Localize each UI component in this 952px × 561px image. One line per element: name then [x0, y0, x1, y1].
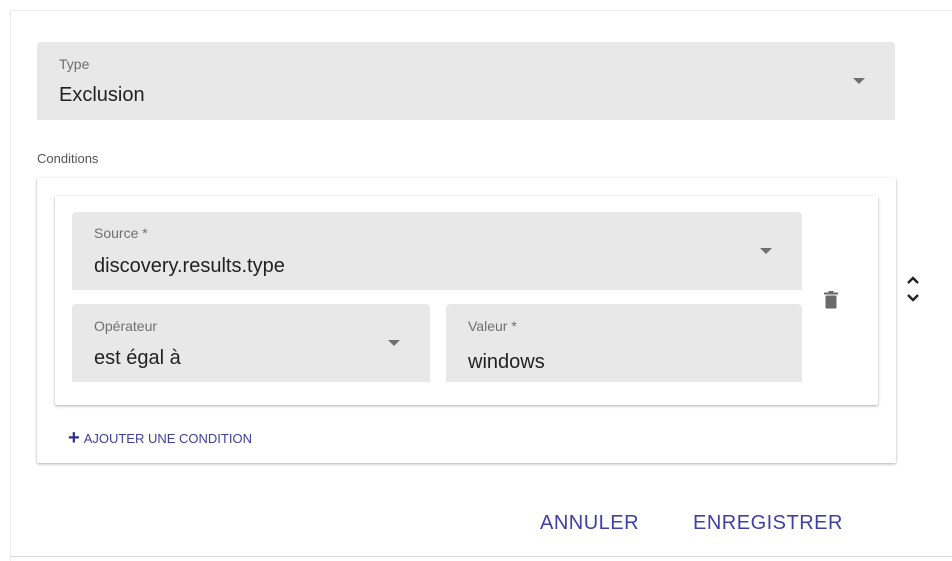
- conditions-label: Conditions: [37, 151, 99, 166]
- source-label: Source *: [94, 225, 148, 241]
- dialog: Type Exclusion Conditions Source * disco…: [0, 0, 952, 561]
- operator-value: est égal à: [94, 347, 181, 369]
- type-label: Type: [59, 56, 90, 72]
- reorder-controls: [898, 264, 928, 314]
- chevron-up-icon: [907, 276, 919, 284]
- dialog-border-bottom: [10, 556, 952, 557]
- dialog-border-left: [10, 10, 11, 561]
- type-select[interactable]: Type Exclusion: [37, 42, 895, 120]
- dropdown-caret-icon: [853, 78, 865, 84]
- source-value: discovery.results.type: [94, 255, 285, 277]
- value-text: windows: [468, 351, 545, 373]
- value-label: Valeur *: [468, 318, 517, 334]
- delete-condition-button[interactable]: [818, 287, 844, 313]
- chevron-down-icon: [907, 294, 919, 302]
- add-condition-button[interactable]: + AJOUTER UNE CONDITION: [68, 428, 252, 448]
- trash-icon: [824, 291, 838, 309]
- dropdown-caret-icon: [760, 248, 772, 254]
- cancel-button[interactable]: ANNULER: [540, 512, 639, 535]
- value-input[interactable]: Valeur * windows: [446, 304, 802, 382]
- save-button[interactable]: ENREGISTRER: [693, 512, 843, 535]
- move-up-button[interactable]: [901, 270, 925, 290]
- dropdown-caret-icon: [388, 340, 400, 346]
- dialog-border-top: [10, 10, 952, 11]
- operator-label: Opérateur: [94, 318, 158, 334]
- source-select[interactable]: Source * discovery.results.type: [72, 212, 802, 290]
- add-condition-label: AJOUTER UNE CONDITION: [83, 430, 252, 446]
- type-value: Exclusion: [59, 84, 145, 106]
- plus-icon: +: [68, 427, 80, 449]
- move-down-button[interactable]: [901, 288, 925, 308]
- operator-select[interactable]: Opérateur est égal à: [72, 304, 430, 382]
